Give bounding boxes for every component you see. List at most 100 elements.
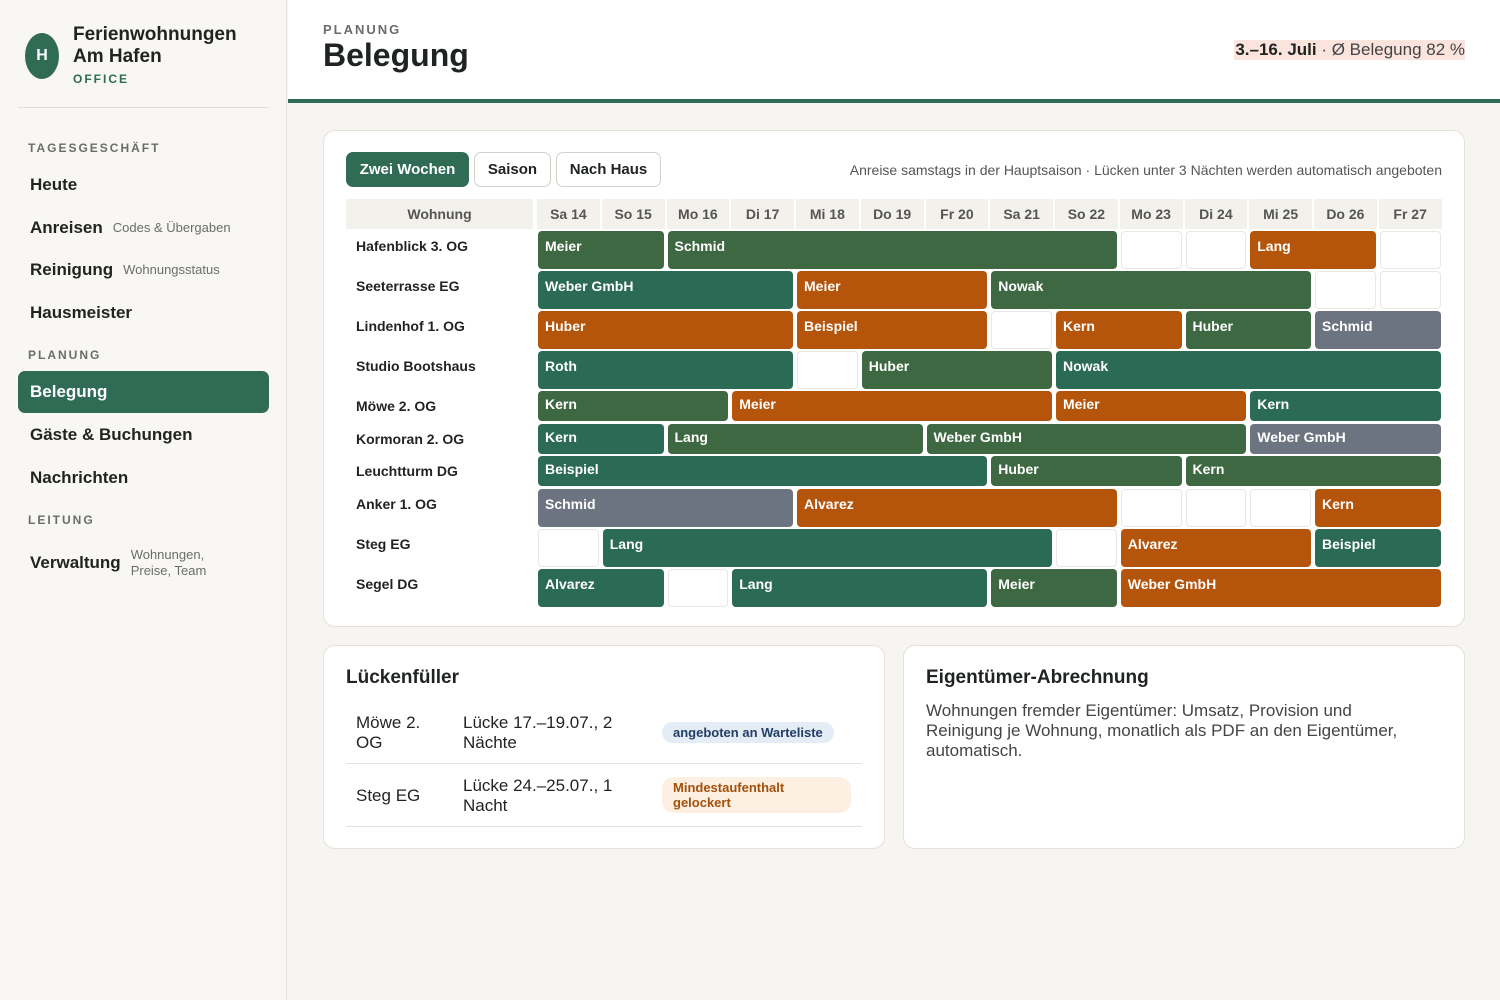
free-night-cell[interactable] <box>1185 489 1247 527</box>
booking-bar[interactable]: Meier <box>991 569 1117 607</box>
sidebar: H Ferienwohnungen Am Hafen OFFICE TAGESG… <box>0 0 287 1000</box>
sidebar-item-verwaltung[interactable]: Verwaltung Wohnungen, Preise, Team <box>18 540 269 586</box>
booking-bar[interactable]: Huber <box>991 456 1182 486</box>
date-range: 3.–16. Juli <box>1235 40 1317 59</box>
day-header: Sa 21 <box>990 199 1053 229</box>
booking-bar[interactable]: Kern <box>1185 456 1441 486</box>
booking-bar[interactable]: Weber GmbH <box>1250 424 1441 454</box>
view-two-weeks-button[interactable]: Zwei Wochen <box>346 152 469 187</box>
day-header: Mo 23 <box>1119 199 1183 229</box>
sidebar-item-reinigung[interactable]: Reinigung Wohnungsstatus <box>18 249 269 291</box>
occupancy-average: Ø Belegung 82 % <box>1331 40 1465 59</box>
unit-label: Lindenhof 1. OG <box>356 318 465 334</box>
booking-bar[interactable]: Huber <box>538 311 793 349</box>
sidebar-item-heute[interactable]: Heute <box>18 164 269 206</box>
status-badge: Mindestaufenthalt gelockert <box>662 777 851 813</box>
sidebar-item-sublabel: Wohnungen, Preise, Team <box>130 547 207 578</box>
free-night-cell[interactable] <box>1315 271 1376 309</box>
sidebar-item-hausmeister[interactable]: Hausmeister <box>18 292 269 334</box>
day-header: Di 17 <box>731 199 794 229</box>
sidebar-item-belegung[interactable]: Belegung <box>18 371 269 413</box>
sidebar-item-label: Nachrichten <box>30 468 129 487</box>
free-night-cell[interactable] <box>1120 489 1182 527</box>
booking-bar[interactable]: Schmid <box>667 231 1117 269</box>
booking-bar[interactable]: Lang <box>1250 231 1376 269</box>
booking-bar[interactable]: Kern <box>538 391 729 421</box>
unit-label: Segel DG <box>356 576 419 592</box>
free-night-cell[interactable] <box>1120 231 1182 269</box>
free-night-cell[interactable] <box>1379 231 1441 269</box>
booking-bar[interactable]: Beispiel <box>797 311 988 349</box>
booking-bar[interactable]: Huber <box>861 351 1052 389</box>
view-season-button[interactable]: Saison <box>474 152 551 187</box>
booking-bar[interactable]: Roth <box>538 351 793 389</box>
sidebar-item-gaeste-buchungen[interactable]: Gäste & Buchungen <box>18 414 269 456</box>
free-night-cell[interactable] <box>991 311 1052 349</box>
booking-bar[interactable]: Weber GmbH <box>926 424 1247 454</box>
booking-bar[interactable]: Meier <box>538 231 664 269</box>
unit-label: Hafenblick 3. OG <box>356 238 469 254</box>
occupancy-summary: 3.–16. Juli · Ø Belegung 82 % <box>1234 40 1465 60</box>
day-header: Mi 18 <box>796 199 859 229</box>
main-content: PLANUNG Belegung 3.–16. Juli · Ø Belegun… <box>288 0 1500 1000</box>
sidebar-item-anreisen[interactable]: Anreisen Codes & Übergaben <box>18 207 269 249</box>
booking-bar[interactable]: Schmid <box>538 489 793 527</box>
unit-label: Seeterrasse EG <box>356 278 460 294</box>
free-night-cell[interactable] <box>1379 271 1441 309</box>
day-header: So 15 <box>601 199 665 229</box>
gap-filler-title: Lückenfüller <box>346 667 459 688</box>
gap-filler-card: Lückenfüller Möwe 2. OG Lücke 17.–19.07.… <box>323 645 885 849</box>
sidebar-item-sublabel: Codes & Übergaben <box>112 220 231 235</box>
page-header: PLANUNG Belegung 3.–16. Juli · Ø Belegun… <box>288 0 1500 103</box>
free-night-cell[interactable] <box>1185 231 1247 269</box>
sidebar-item-label: Heute <box>30 175 78 194</box>
booking-bar[interactable]: Lang <box>732 569 988 607</box>
section-title-tagesgeschaeft: TAGESGESCHÄFT <box>28 141 161 155</box>
summary-separator: · <box>1316 40 1332 59</box>
sidebar-item-label: Verwaltung <box>30 553 121 572</box>
booking-bar[interactable]: Nowak <box>991 271 1311 309</box>
gap-description: Lücke 24.–25.07., 1 Nacht <box>463 776 613 815</box>
booking-bar[interactable]: Meier <box>797 271 988 309</box>
free-night-cell[interactable] <box>667 569 729 607</box>
booking-bar[interactable]: Kern <box>1250 391 1441 421</box>
free-night-cell[interactable] <box>1250 489 1311 527</box>
booking-bar[interactable]: Meier <box>1056 391 1247 421</box>
booking-bar[interactable]: Lang <box>667 424 923 454</box>
owner-billing-text: Wohnungen fremder Eigentümer: Umsatz, Pr… <box>926 701 1398 760</box>
unit-label: Möwe 2. OG <box>356 398 437 414</box>
unit-label: Steg EG <box>356 536 411 552</box>
view-by-house-button[interactable]: Nach Haus <box>556 152 661 187</box>
booking-bar[interactable]: Schmid <box>1315 311 1441 349</box>
booking-bar[interactable]: Beispiel <box>1315 529 1441 567</box>
day-header: Do 26 <box>1314 199 1377 229</box>
booking-bar[interactable]: Kern <box>538 424 664 454</box>
day-header: Do 19 <box>860 199 924 229</box>
free-night-cell[interactable] <box>1056 529 1117 567</box>
unit-label: Studio Bootshaus <box>356 358 476 374</box>
booking-bar[interactable]: Weber GmbH <box>538 271 793 309</box>
free-night-cell[interactable] <box>538 529 599 567</box>
booking-bar[interactable]: Alvarez <box>797 489 1117 527</box>
sidebar-item-nachrichten[interactable]: Nachrichten <box>18 457 269 499</box>
booking-bar[interactable]: Huber <box>1185 311 1311 349</box>
booking-bar[interactable]: Beispiel <box>538 456 988 486</box>
booking-bar[interactable]: Weber GmbH <box>1120 569 1441 607</box>
sidebar-item-label: Anreisen <box>30 218 103 237</box>
gap-list-item[interactable]: Möwe 2. OG Lücke 17.–19.07., 2 Nächte an… <box>346 701 862 764</box>
booking-bar[interactable]: Meier <box>732 391 1052 421</box>
booking-bar[interactable]: Kern <box>1315 489 1441 527</box>
booking-bar[interactable]: Alvarez <box>538 569 664 607</box>
booking-bar[interactable]: Kern <box>1056 311 1182 349</box>
booking-bar[interactable]: Nowak <box>1056 351 1441 389</box>
brand-name: Ferienwohnungen Am Hafen <box>73 24 237 67</box>
unit-label: Leuchtturm DG <box>356 463 458 479</box>
free-night-cell[interactable] <box>797 351 858 389</box>
gap-unit: Steg EG <box>356 786 421 805</box>
booking-bar[interactable]: Alvarez <box>1120 529 1311 567</box>
booking-bar[interactable]: Lang <box>602 529 1052 567</box>
owner-billing-card: Eigentümer-Abrechnung Wohnungen fremder … <box>903 645 1465 849</box>
sidebar-item-label: Gäste & Buchungen <box>30 425 193 444</box>
gap-list-item[interactable]: Steg EG Lücke 24.–25.07., 1 Nacht Mindes… <box>346 764 862 827</box>
sidebar-item-label: Hausmeister <box>30 303 133 322</box>
